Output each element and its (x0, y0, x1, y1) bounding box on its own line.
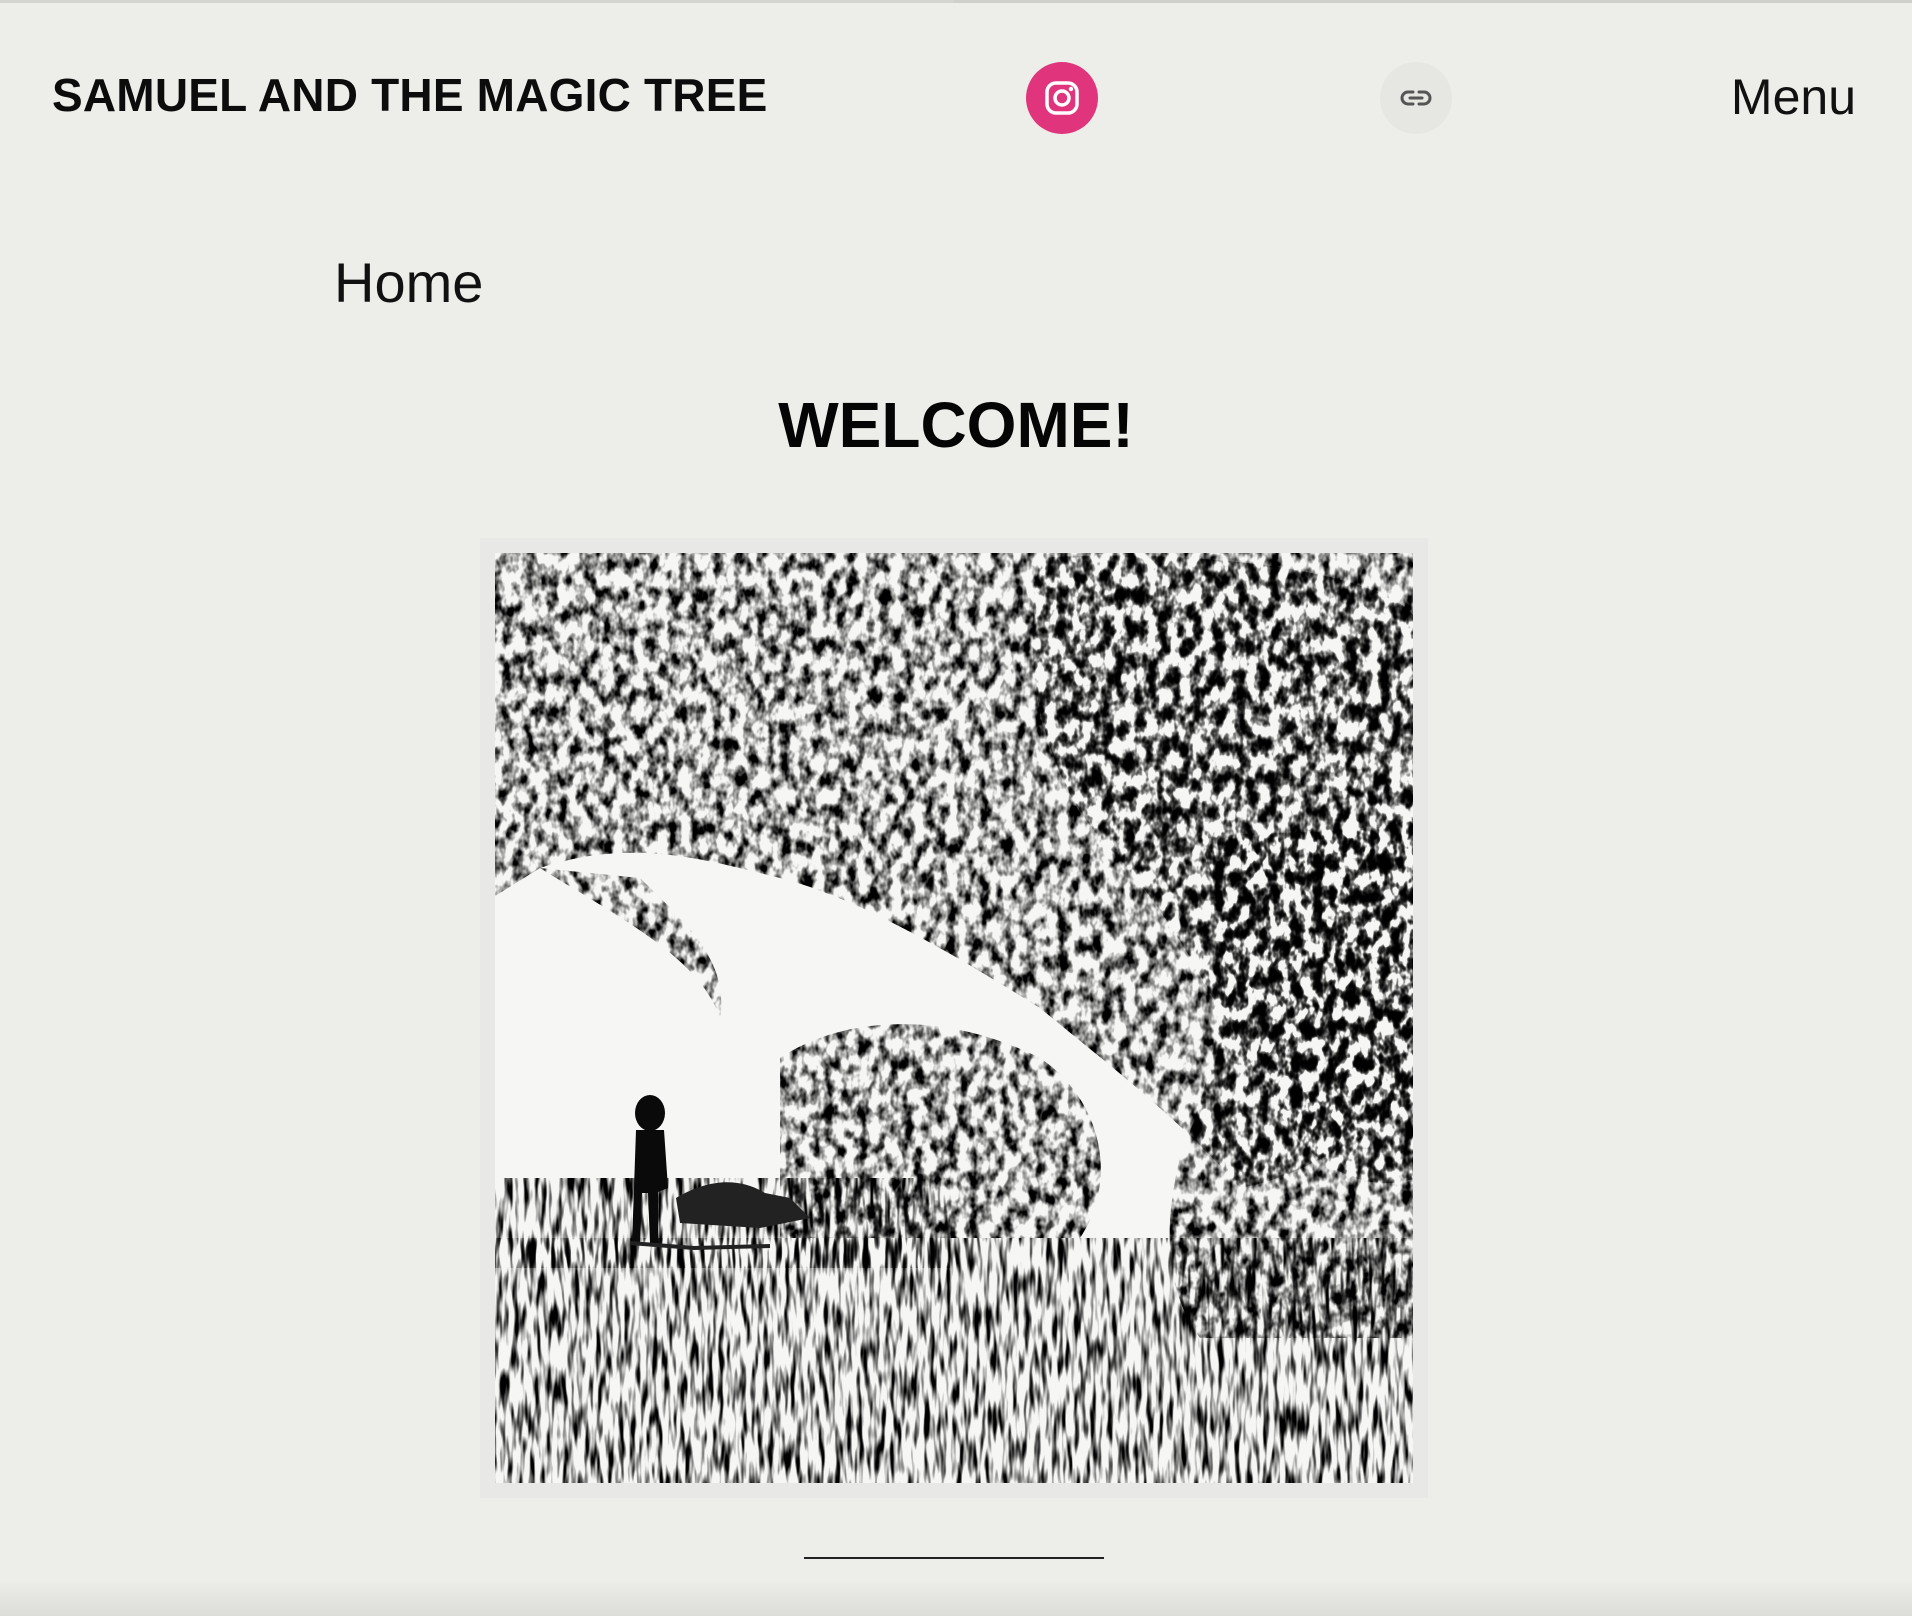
nav-item-home[interactable]: Home (334, 250, 483, 315)
link-icon (1400, 90, 1432, 106)
instagram-button[interactable] (1026, 62, 1098, 134)
page: SAMUEL AND THE MAGIC TREE Menu Home WELC… (0, 0, 1912, 1616)
site-title[interactable]: SAMUEL AND THE MAGIC TREE (52, 68, 767, 122)
instagram-icon (1045, 81, 1079, 115)
menu-button[interactable]: Menu (1731, 68, 1856, 126)
bottom-fade (0, 1580, 1912, 1616)
section-divider (804, 1557, 1104, 1559)
page-heading: WELCOME! (778, 389, 1134, 461)
tree-illustration (485, 543, 1423, 1493)
browser-top-border (0, 0, 1912, 3)
hero-image (480, 538, 1428, 1498)
external-link-button[interactable] (1380, 62, 1452, 134)
